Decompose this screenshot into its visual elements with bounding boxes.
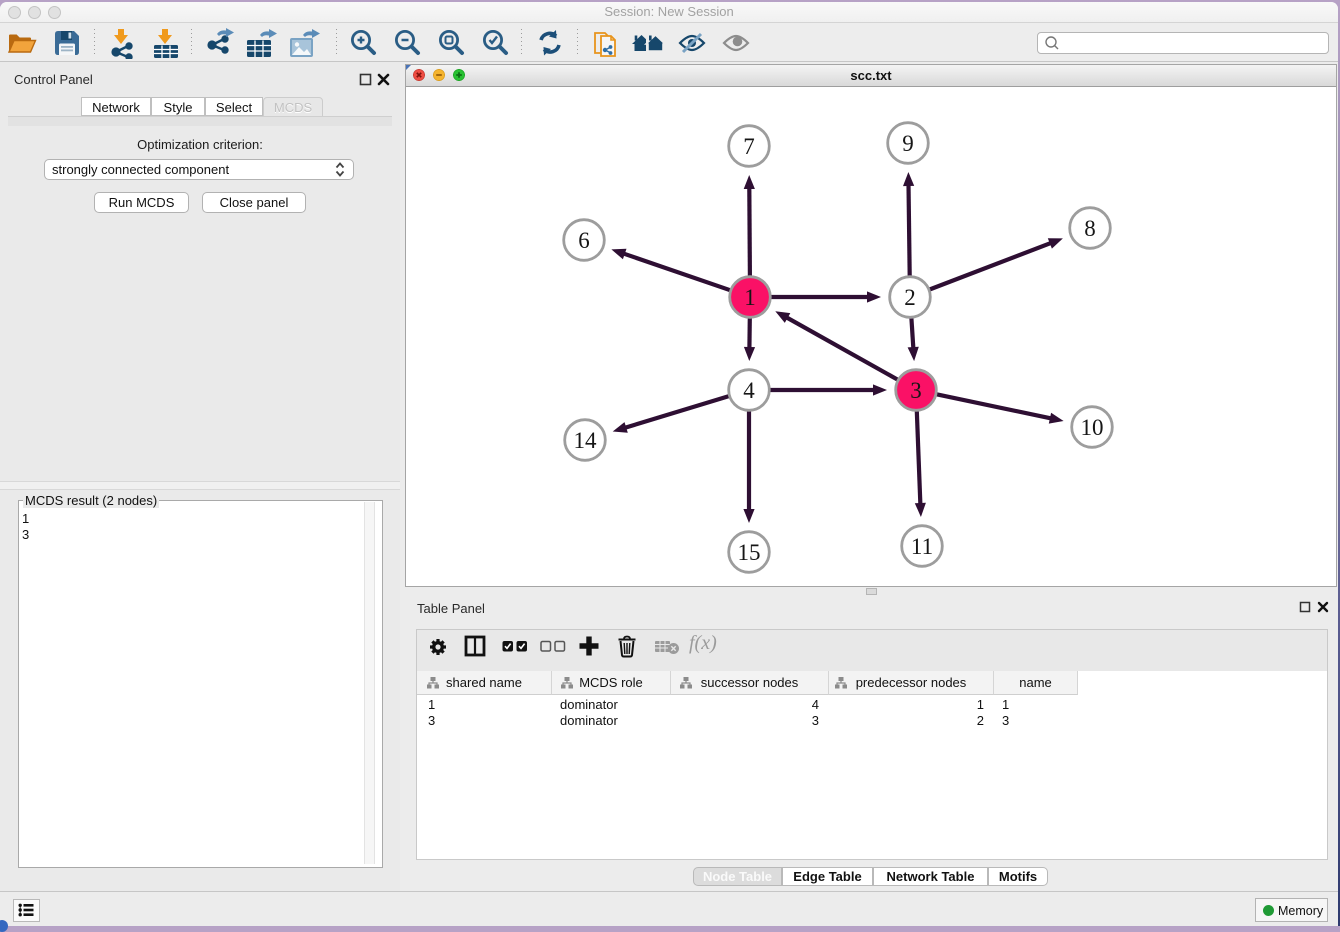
- svg-text:3: 3: [910, 378, 922, 403]
- svg-text:7: 7: [743, 134, 755, 159]
- svg-text:2: 2: [904, 285, 916, 310]
- svg-text:6: 6: [578, 228, 590, 253]
- svg-text:4: 4: [743, 378, 755, 403]
- svg-text:9: 9: [902, 131, 914, 156]
- svg-text:14: 14: [574, 428, 598, 453]
- svg-text:8: 8: [1084, 216, 1096, 241]
- svg-text:10: 10: [1081, 415, 1104, 440]
- svg-text:11: 11: [911, 534, 933, 559]
- svg-text:15: 15: [738, 540, 761, 565]
- svg-text:1: 1: [744, 285, 756, 310]
